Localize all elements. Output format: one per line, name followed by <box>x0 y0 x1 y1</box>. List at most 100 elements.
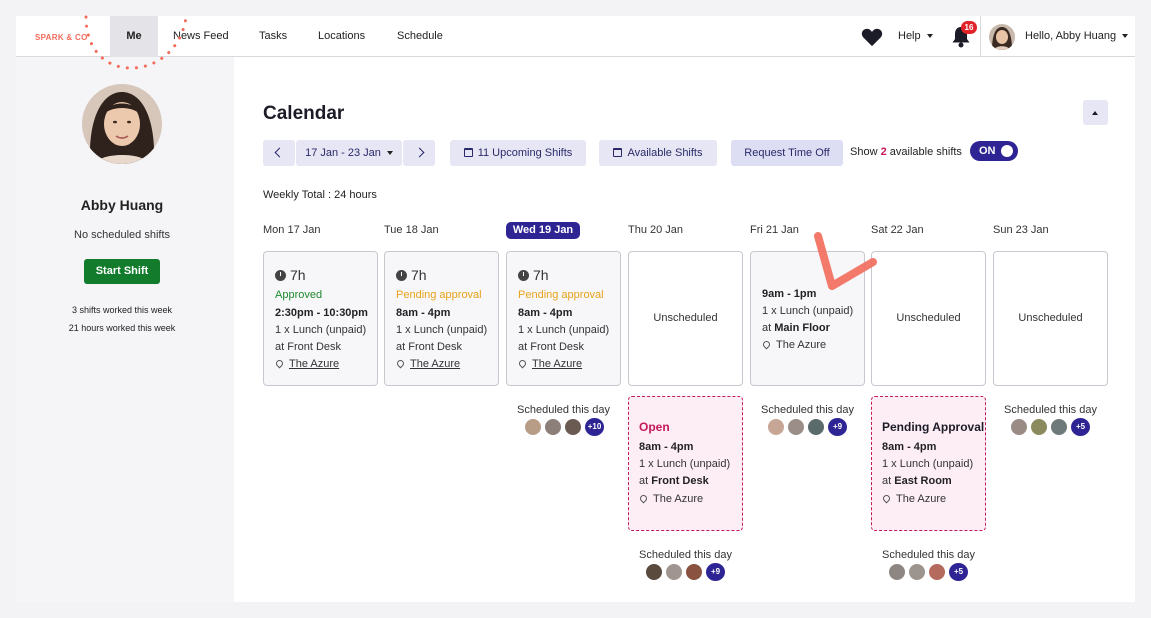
open-shift-card[interactable]: Open 8am - 4pm 1 x Lunch (unpaid) at Fro… <box>628 396 743 531</box>
clock-icon <box>396 270 407 281</box>
page-title: Calendar <box>263 103 345 124</box>
show-prefix: Show <box>850 146 878 158</box>
shift-place: at Front Desk <box>396 341 463 353</box>
coworker-avatar <box>524 418 542 436</box>
location-pin-icon <box>638 493 649 504</box>
available-shifts-label: Available Shifts <box>627 147 703 159</box>
unscheduled-label: Unscheduled <box>653 312 718 324</box>
location-link[interactable]: The Azure <box>289 358 339 370</box>
chevron-down-icon <box>926 34 933 39</box>
day-header-tue: Tue 18 Jan <box>384 224 439 236</box>
prev-week-button[interactable] <box>263 140 295 166</box>
profile-avatar <box>82 84 162 164</box>
available-shifts-toggle[interactable]: ON <box>970 141 1018 161</box>
day-header-sat: Sat 22 Jan <box>871 224 924 236</box>
more-coworkers-badge: +5 <box>1071 418 1090 436</box>
unscheduled-card-sat[interactable]: Unscheduled <box>871 251 986 386</box>
day-header-thu: Thu 20 Jan <box>628 224 684 236</box>
coworker-avatar <box>928 563 946 581</box>
shift-break: 1 x Lunch (unpaid) <box>275 324 367 336</box>
shift-card-tue[interactable]: 7h Pending approval 8am - 4pm 1 x Lunch … <box>384 251 499 386</box>
coworker-avatar <box>807 418 825 436</box>
help-menu[interactable]: Help <box>898 16 933 57</box>
location-link[interactable]: The Azure <box>410 358 460 370</box>
shift-hours-value: 7h <box>411 267 427 283</box>
shift-place: East Room <box>894 475 952 487</box>
day-header-sun: Sun 23 Jan <box>993 224 1049 236</box>
coworker-avatars-thu[interactable]: +9 <box>645 563 727 581</box>
unscheduled-card-thu[interactable]: Unscheduled <box>628 251 743 386</box>
start-shift-button[interactable]: Start Shift <box>84 259 160 284</box>
upcoming-shifts-button[interactable]: 11 Upcoming Shifts <box>450 140 586 166</box>
shift-break: 1 x Lunch (unpaid) <box>518 324 610 336</box>
shift-card-wed[interactable]: 7h Pending approval 8am - 4pm 1 x Lunch … <box>506 251 621 386</box>
brand-logo[interactable]: SPARK & CO <box>35 33 88 42</box>
shift-time: 8am - 4pm <box>518 307 573 319</box>
collapse-button[interactable] <box>1083 100 1108 125</box>
shift-place: Main Floor <box>774 322 830 334</box>
user-avatar[interactable] <box>989 24 1015 50</box>
request-time-off-button[interactable]: Request Time Off <box>731 140 843 166</box>
nav-news-feed[interactable]: News Feed <box>173 16 229 57</box>
shift-place: at Front Desk <box>275 341 342 353</box>
heart-icon[interactable] <box>861 27 883 47</box>
top-nav: SPARK & CO Me News Feed Tasks Locations … <box>16 16 1135 57</box>
nav-divider <box>980 16 981 57</box>
open-shift-title: Open <box>639 420 670 434</box>
coworker-avatars-sun[interactable]: +5 <box>1010 418 1092 436</box>
chevron-down-icon <box>1122 34 1129 39</box>
shift-time: 8am - 4pm <box>639 441 694 453</box>
nav-locations[interactable]: Locations <box>318 16 365 57</box>
scheduled-this-day-thu: Scheduled this day <box>639 549 732 561</box>
pending-shift-card[interactable]: Pending Approval 8am - 4pm 1 x Lunch (un… <box>871 396 986 531</box>
coworker-avatar <box>1050 418 1068 436</box>
shift-break: 1 x Lunch (unpaid) <box>882 458 974 470</box>
shift-hours-value: 7h <box>533 267 549 283</box>
day-header-mon: Mon 17 Jan <box>263 224 321 236</box>
unscheduled-label: Unscheduled <box>896 312 961 324</box>
shift-time: 8am - 4pm <box>396 307 451 319</box>
shift-hours: 7h <box>396 267 427 283</box>
toggle-label: ON <box>979 145 996 157</box>
location-link[interactable]: The Azure <box>532 358 582 370</box>
coworker-avatars-sat[interactable]: +5 <box>888 563 970 581</box>
shift-time: 9am - 1pm <box>762 288 817 300</box>
coworker-avatars-fri[interactable]: +9 <box>767 418 849 436</box>
shift-at-prefix: at <box>882 475 892 487</box>
next-week-button[interactable] <box>403 140 435 166</box>
no-shifts-text: No scheduled shifts <box>74 229 170 241</box>
nav-tasks[interactable]: Tasks <box>259 16 287 57</box>
day-header-today: Wed 19 Jan <box>506 222 580 239</box>
toggle-knob <box>1001 145 1013 157</box>
more-coworkers-badge: +9 <box>828 418 847 436</box>
nav-me[interactable]: Me <box>110 16 158 57</box>
clock-icon <box>518 270 529 281</box>
calendar-icon <box>613 148 623 157</box>
shift-hours: 7h <box>275 267 306 283</box>
coworker-avatars-wed[interactable]: +10 <box>524 418 606 436</box>
shift-break: 1 x Lunch (unpaid) <box>762 305 854 317</box>
shift-break: 1 x Lunch (unpaid) <box>396 324 488 336</box>
shifts-worked-stat: 3 shifts worked this week <box>71 305 173 315</box>
scheduled-this-day-fri: Scheduled this day <box>761 404 854 416</box>
hours-worked-stat: 21 hours worked this week <box>68 323 176 333</box>
coworker-avatar <box>665 563 683 581</box>
date-range-select[interactable]: 17 Jan - 23 Jan <box>296 140 402 166</box>
shift-at-prefix: at <box>639 475 649 487</box>
shift-break: 1 x Lunch (unpaid) <box>639 458 731 470</box>
day-header-fri: Fri 21 Jan <box>750 224 799 236</box>
shift-card-mon[interactable]: 7h Approved 2:30pm - 10:30pm 1 x Lunch (… <box>263 251 378 386</box>
coworker-avatar <box>645 563 663 581</box>
user-greeting: Hello, Abby Huang <box>1025 30 1117 42</box>
app-frame: SPARK & CO Me News Feed Tasks Locations … <box>0 0 1151 618</box>
shift-hours: 7h <box>518 267 549 283</box>
unscheduled-card-sun[interactable]: Unscheduled <box>993 251 1108 386</box>
shift-card-fri[interactable]: 9am - 1pm 1 x Lunch (unpaid) at Main Flo… <box>750 251 865 386</box>
location-pin-icon <box>517 358 528 369</box>
app-window: SPARK & CO Me News Feed Tasks Locations … <box>16 16 1135 602</box>
available-shifts-button[interactable]: Available Shifts <box>599 140 717 166</box>
shift-location: The Azure <box>653 493 704 505</box>
user-menu[interactable]: Hello, Abby Huang <box>1025 16 1129 57</box>
help-label: Help <box>898 30 921 42</box>
nav-schedule[interactable]: Schedule <box>397 16 443 57</box>
